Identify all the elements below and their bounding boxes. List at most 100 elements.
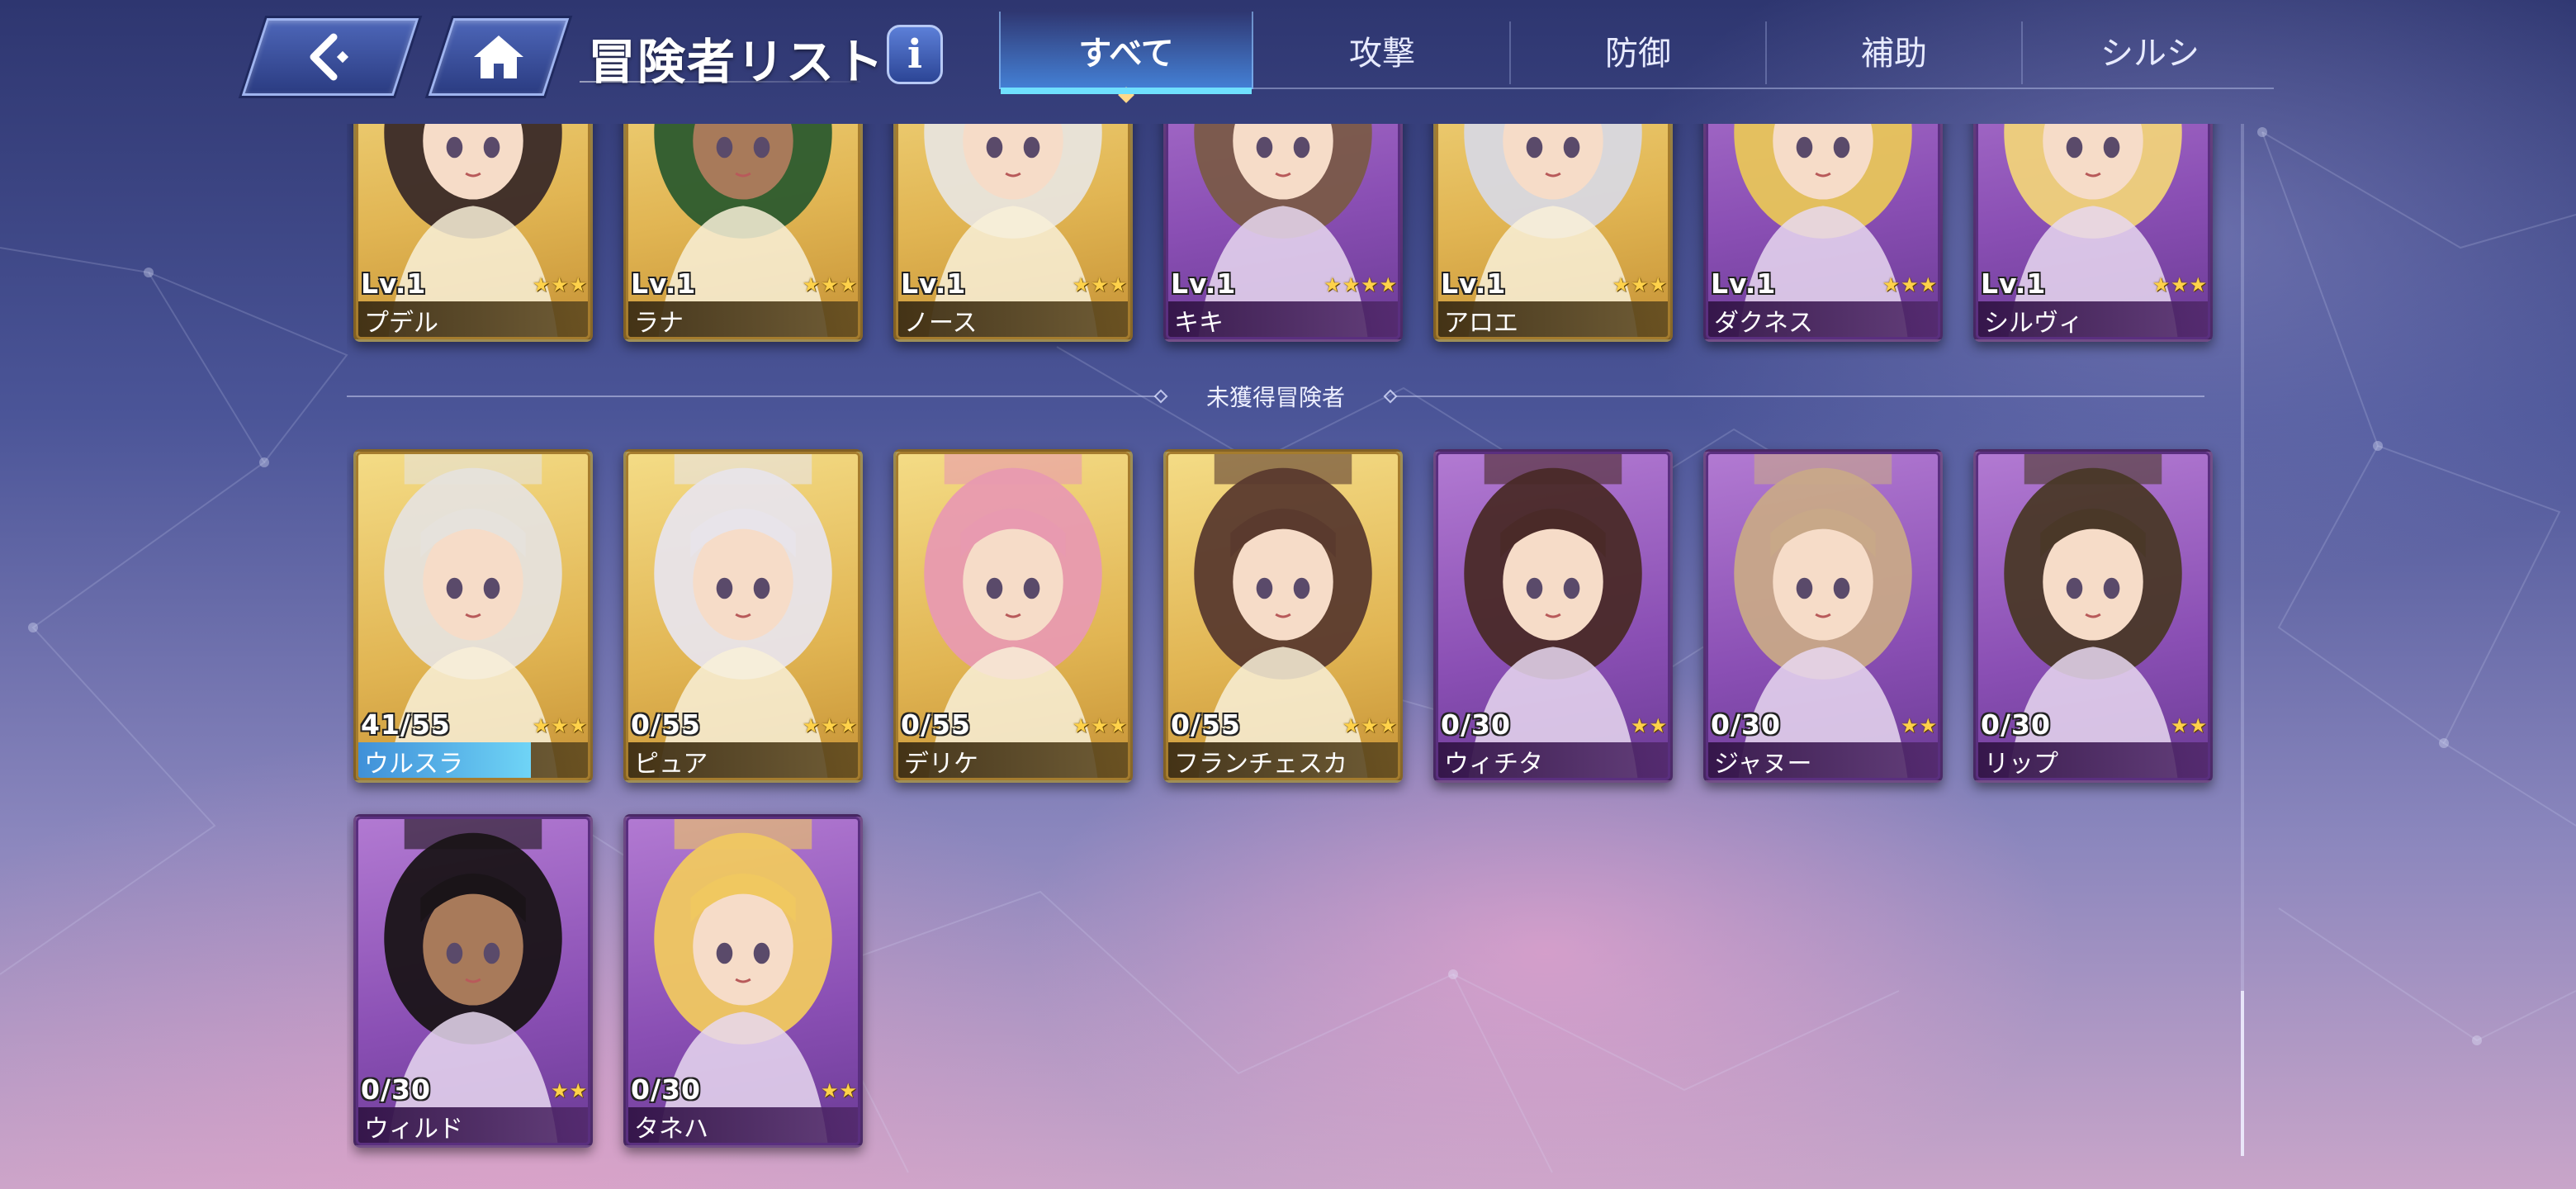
rarity-stars: ★ ★ xyxy=(1901,714,1937,737)
adventurer-card[interactable]: Lv.1 ★ ★ ★ ダクネス xyxy=(1703,124,1943,342)
adventurer-card[interactable]: 0/55 ★ ★ ★ デリケ xyxy=(893,449,1133,783)
tab-all[interactable]: すべて xyxy=(999,12,1253,103)
name-bar: デリケ xyxy=(896,742,1130,780)
info-button[interactable]: i xyxy=(887,25,943,84)
scrollbar[interactable] xyxy=(2241,124,2244,1156)
rarity-stars: ★ ★ ★ xyxy=(1882,273,1937,296)
name-bar: アロエ xyxy=(1436,301,1670,339)
adventurer-name: ダクネス xyxy=(1714,309,1813,338)
adventurer-name: ラナ xyxy=(634,309,684,338)
adventurer-card[interactable]: 0/30 ★ ★ ウィルド xyxy=(353,814,593,1148)
shard-progress: 0/55 xyxy=(631,708,701,741)
star-icon: ★ xyxy=(1649,714,1667,737)
tab-shirushi[interactable]: シルシ xyxy=(2023,12,2277,89)
rarity-stars: ★ ★ ★ xyxy=(802,714,857,737)
name-bar: タネハ xyxy=(626,1107,860,1145)
star-icon: ★ xyxy=(839,714,857,737)
star-icon: ★ xyxy=(1882,273,1900,296)
name-bar: ウィルド xyxy=(356,1107,590,1145)
adventurer-card[interactable]: 0/30 ★ ★ ウィチタ xyxy=(1433,449,1673,783)
shard-progress: 0/30 xyxy=(1981,708,2051,741)
rarity-stars: ★ ★ ★ xyxy=(532,273,587,296)
back-arrow-icon xyxy=(310,33,349,81)
star-icon: ★ xyxy=(839,273,857,296)
adventurer-card[interactable]: 0/30 ★ ★ タネハ xyxy=(623,814,863,1148)
level-label: Lv.1 xyxy=(631,268,697,300)
name-bar: プデル xyxy=(356,301,590,339)
rarity-stars: ★ ★ ★ xyxy=(532,714,587,737)
star-icon: ★ xyxy=(1109,273,1127,296)
name-bar: ウルスラ xyxy=(356,742,590,780)
adventurer-name: フランチェスカ xyxy=(1174,750,1347,779)
rarity-stars: ★ ★ ★ xyxy=(1072,714,1127,737)
adventurer-card[interactable]: 0/30 ★ ★ ジャヌー xyxy=(1703,449,1943,783)
rarity-stars: ★ ★ ★ xyxy=(802,273,857,296)
unobtained-divider: 未獲得冒険者 xyxy=(347,380,2204,413)
star-icon: ★ xyxy=(1072,714,1090,737)
tab-defense[interactable]: 防御 xyxy=(1511,12,1765,89)
rarity-stars: ★ ★ ★ xyxy=(1072,273,1127,296)
star-icon: ★ xyxy=(569,1079,587,1102)
home-button[interactable] xyxy=(428,18,570,96)
active-tab-marker xyxy=(1118,87,1134,103)
star-icon: ★ xyxy=(569,714,587,737)
name-bar: フランチェスカ xyxy=(1166,742,1400,780)
adventurer-name: リップ xyxy=(1984,750,2058,779)
adventurer-card[interactable]: Lv.1 ★ ★ ★ アロエ xyxy=(1433,124,1673,342)
star-icon: ★ xyxy=(802,714,820,737)
scrollbar-thumb[interactable] xyxy=(2241,991,2244,1156)
title-underline xyxy=(580,81,860,83)
category-tabs: すべて 攻撃 防御 補助 シルシ xyxy=(999,12,2277,103)
tab-label: 攻撃 xyxy=(1349,35,1415,73)
adventurer-card[interactable]: Lv.1 ★ ★ ★ プデル xyxy=(353,124,593,342)
adventurer-name: デリケ xyxy=(904,750,978,779)
adventurer-card[interactable]: Lv.1 ★ ★ ★ ラナ xyxy=(623,124,863,342)
star-icon: ★ xyxy=(802,273,820,296)
rarity-stars: ★ ★ ★ ★ xyxy=(1324,273,1397,296)
rarity-stars: ★ ★ xyxy=(551,1079,587,1102)
adventurer-card[interactable]: Lv.1 ★ ★ ★ ノース xyxy=(893,124,1133,342)
adventurer-name: タネハ xyxy=(634,1115,708,1144)
name-bar: ダクネス xyxy=(1706,301,1940,339)
shard-progress: 0/30 xyxy=(631,1073,701,1106)
star-icon: ★ xyxy=(1090,273,1109,296)
star-icon: ★ xyxy=(569,273,587,296)
adventurer-name: ウィチタ xyxy=(1444,750,1543,779)
back-button[interactable] xyxy=(241,18,419,96)
name-bar: ピュア xyxy=(626,742,860,780)
adventurer-card[interactable]: 0/55 ★ ★ ★ ピュア xyxy=(623,449,863,783)
name-bar: キキ xyxy=(1166,301,1400,339)
rarity-stars: ★ ★ ★ xyxy=(1612,273,1667,296)
star-icon: ★ xyxy=(820,714,839,737)
rarity-stars: ★ ★ xyxy=(2171,714,2207,737)
star-icon: ★ xyxy=(1900,714,1919,737)
rarity-stars: ★ ★ xyxy=(821,1079,857,1102)
adventurer-card[interactable]: 0/30 ★ ★ リップ xyxy=(1973,449,2213,783)
adventurer-card[interactable]: Lv.1 ★ ★ ★ シルヴィ xyxy=(1973,124,2213,342)
adventurer-card[interactable]: Lv.1 ★ ★ ★ ★ キキ xyxy=(1163,124,1403,342)
adventurer-name: ウルスラ xyxy=(364,750,463,779)
star-icon: ★ xyxy=(1379,714,1397,737)
name-bar: ウィチタ xyxy=(1436,742,1670,780)
adventurer-list[interactable]: Lv.1 ★ ★ ★ プデル Lv.1 ★ ★ ★ ラナ Lv.1 ★ ★ ★ ノース Lv.1 ★ ★ ★ ★ キキ L… xyxy=(347,124,2229,1181)
adventurer-card[interactable]: 41/55 ★ ★ ★ ウルスラ xyxy=(353,449,593,783)
shard-progress: 0/30 xyxy=(361,1073,431,1106)
tab-attack[interactable]: 攻撃 xyxy=(1255,12,1509,89)
adventurer-name: プデル xyxy=(364,309,438,338)
tab-label: シルシ xyxy=(2100,35,2200,73)
star-icon: ★ xyxy=(550,1079,569,1102)
level-label: Lv.1 xyxy=(1711,268,1777,300)
star-icon: ★ xyxy=(1109,714,1127,737)
star-icon: ★ xyxy=(550,273,569,296)
level-label: Lv.1 xyxy=(901,268,967,300)
adventurer-card[interactable]: 0/55 ★ ★ ★ フランチェスカ xyxy=(1163,449,1403,783)
tab-support[interactable]: 補助 xyxy=(1767,12,2021,89)
star-icon: ★ xyxy=(2170,714,2189,737)
star-icon: ★ xyxy=(839,1079,857,1102)
star-icon: ★ xyxy=(1323,273,1342,296)
shard-progress: 0/55 xyxy=(1171,708,1241,741)
rarity-stars: ★ ★ xyxy=(1631,714,1667,737)
star-icon: ★ xyxy=(1360,714,1379,737)
divider-line-left xyxy=(347,396,1156,397)
name-bar: シルヴィ xyxy=(1976,301,2210,339)
